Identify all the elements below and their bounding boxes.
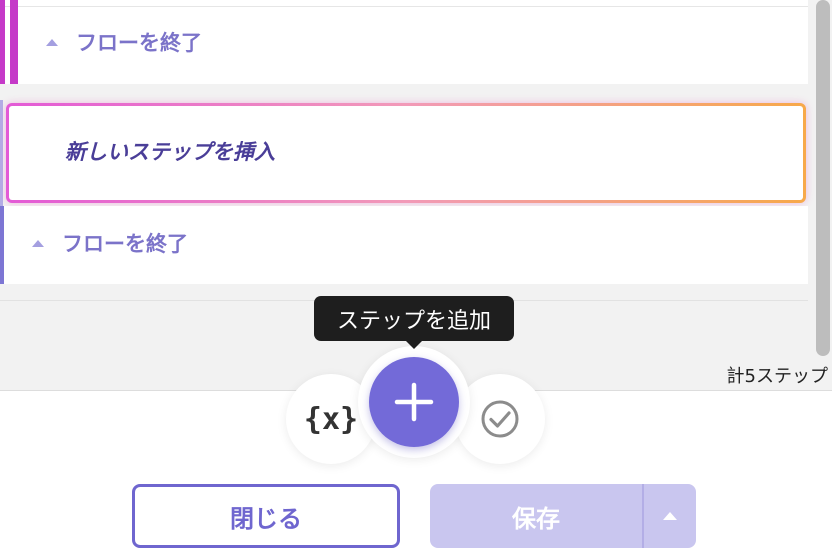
branch-indicator [10,0,18,84]
save-button[interactable]: 保存 [430,484,642,548]
end-flow-step-2[interactable]: フローを終了 [32,228,188,258]
step-count: 計5ステップ [726,362,828,388]
branch-indicator [0,0,5,84]
divider [0,6,808,7]
caret-up-icon [663,512,677,520]
connector-line [0,100,3,208]
collapse-caret-icon[interactable] [46,38,58,46]
end-flow-label: フローを終了 [76,31,202,55]
insert-step-label: 新しいステップを挿入 [65,140,275,164]
end-flow-label: フローを終了 [62,232,188,256]
plus-icon [394,382,434,422]
flow-step-list: フローを終了 新しいステップを挿入 フローを終了 [0,0,808,300]
end-flow-block-1: フローを終了 [0,0,808,84]
end-flow-step-1[interactable]: フローを終了 [46,27,202,57]
check-circle-icon [481,400,519,438]
add-step-button[interactable] [369,357,459,447]
vertical-scrollbar[interactable] [816,0,830,356]
end-flow-block-2: フローを終了 [0,206,808,284]
insert-step-box[interactable]: 新しいステップを挿入 [6,103,806,203]
save-options-button[interactable] [644,484,696,548]
add-step-tooltip: ステップを追加 [314,296,514,349]
validate-button[interactable] [455,374,545,464]
close-button[interactable]: 閉じる [132,484,400,548]
branch-indicator [0,206,4,284]
collapse-caret-icon[interactable] [32,239,44,247]
variable-icon: {x} [303,401,359,437]
